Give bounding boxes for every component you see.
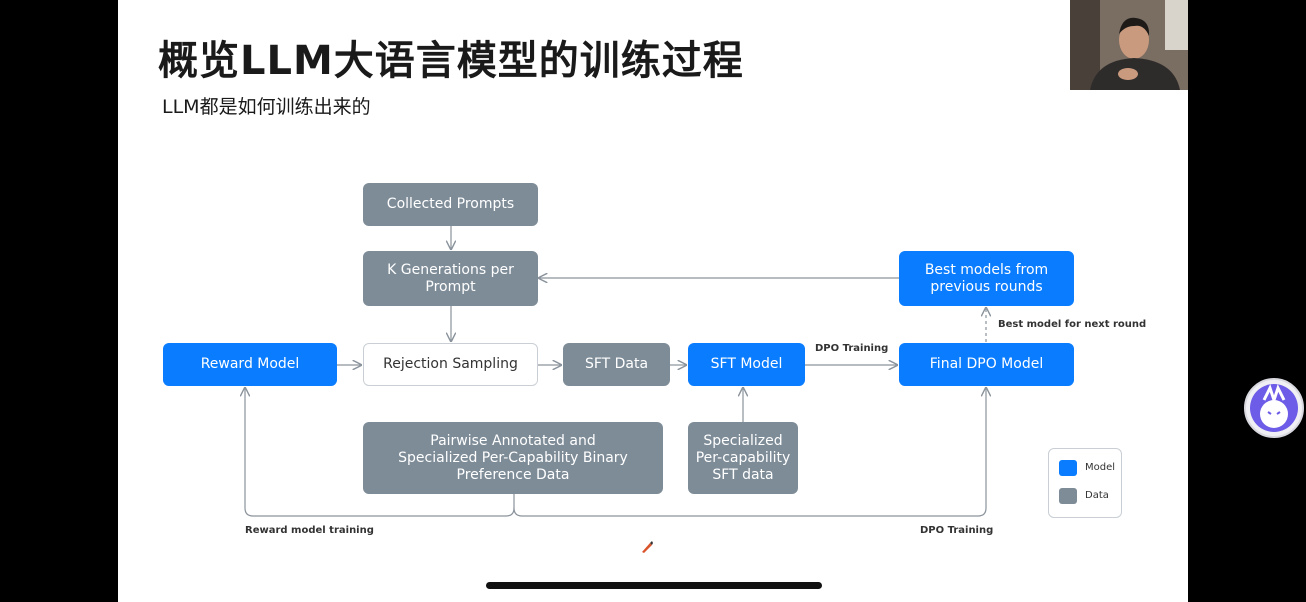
pen-cursor-icon bbox=[642, 541, 653, 553]
node-rejection-sampling: Rejection Sampling bbox=[363, 343, 538, 386]
legend: Model Data bbox=[1048, 448, 1122, 518]
node-sft-data: SFT Data bbox=[563, 343, 670, 386]
floating-assistant-button[interactable] bbox=[1244, 378, 1304, 438]
legend-data-swatch bbox=[1059, 488, 1077, 504]
label-reward-model-training: Reward model training bbox=[245, 525, 374, 536]
node-reward-model: Reward Model bbox=[163, 343, 337, 386]
label-dpo-training-bottom: DPO Training bbox=[920, 525, 994, 536]
node-final-dpo-model: Final DPO Model bbox=[899, 343, 1074, 386]
label-dpo-training-top: DPO Training bbox=[815, 343, 889, 354]
label-best-model-next-round: Best model for next round bbox=[998, 319, 1147, 330]
assistant-avatar-icon bbox=[1250, 384, 1298, 432]
legend-data-label: Data bbox=[1085, 490, 1109, 501]
node-specialized-sft-data: Specialized Per-capability SFT data bbox=[688, 422, 798, 494]
node-sft-model: SFT Model bbox=[688, 343, 805, 386]
home-indicator[interactable] bbox=[486, 582, 822, 589]
slide: 概览LLM大语言模型的训练过程 LLM都是如何训练出来的 Collected P… bbox=[118, 0, 1188, 602]
node-collected-prompts: Collected Prompts bbox=[363, 183, 538, 226]
node-best-models: Best models from previous rounds bbox=[899, 251, 1074, 306]
webcam-overlay bbox=[1070, 0, 1188, 90]
presenter-video bbox=[1070, 0, 1188, 90]
legend-model-swatch bbox=[1059, 460, 1077, 476]
node-pairwise-preference-data: Pairwise Annotated and Specialized Per-C… bbox=[363, 422, 663, 494]
legend-model-label: Model bbox=[1085, 462, 1116, 473]
node-k-generations: K Generations per Prompt bbox=[363, 251, 538, 306]
